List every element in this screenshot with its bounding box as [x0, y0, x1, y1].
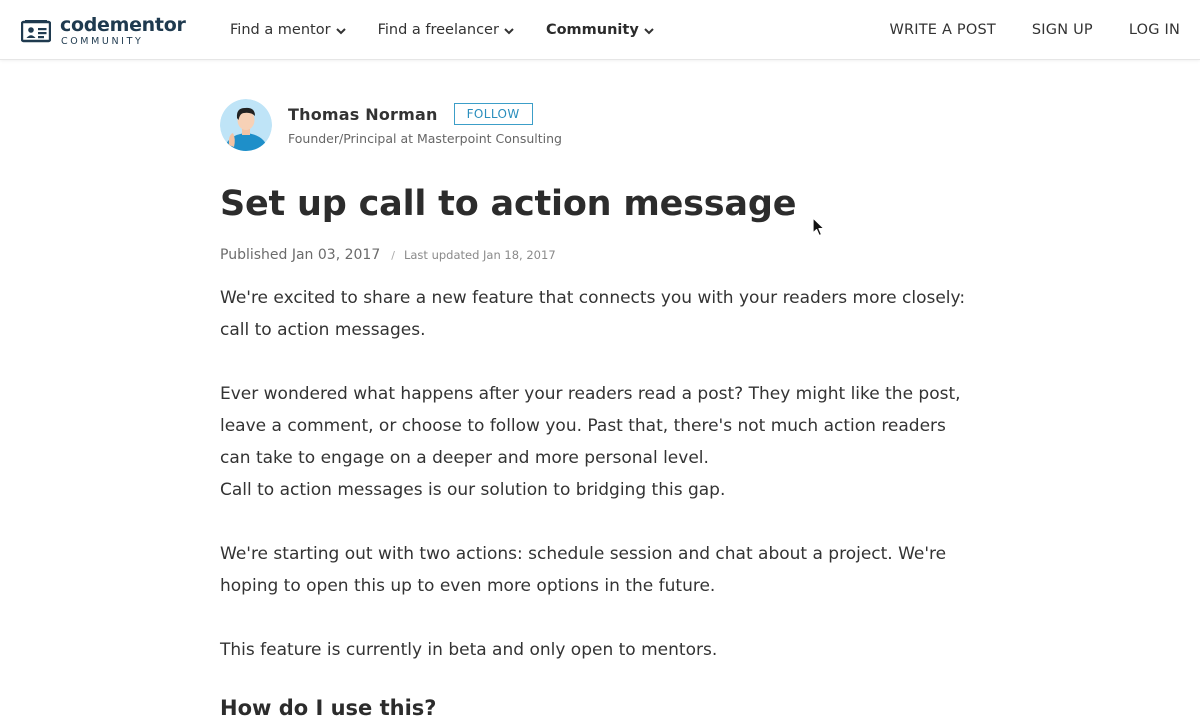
account-nav: WRITE A POST SIGN UP LOG IN [853, 0, 1180, 60]
nav-find-a-freelancer-label: Find a freelancer [377, 22, 499, 38]
article-subheading: How do I use this? [220, 696, 437, 720]
nav-find-a-freelancer[interactable]: Find a freelancer [378, 22, 514, 38]
article-paragraph: We're starting out with two actions: sch… [220, 544, 947, 596]
article-body: We're excited to share a new feature tha… [220, 282, 980, 666]
write-a-post-link[interactable]: WRITE A POST [889, 22, 995, 38]
nav-find-a-mentor[interactable]: Find a mentor [230, 22, 346, 38]
nav-community[interactable]: Community [546, 22, 654, 38]
last-updated-date: Last updated Jan 18, 2017 [403, 248, 556, 262]
mouse-pointer-icon [812, 217, 825, 237]
chevron-down-icon [644, 27, 654, 34]
codementor-logo[interactable]: codementor COMMUNITY [21, 15, 186, 47]
author-title: Founder/Principal at Masterpoint Consult… [288, 131, 562, 146]
article-paragraph: Ever wondered what happens after your re… [220, 384, 961, 468]
main-nav: Find a mentor Find a freelancer Communit… [230, 0, 686, 60]
nav-find-a-mentor-label: Find a mentor [230, 22, 331, 38]
meta-separator: / [391, 249, 395, 262]
author-block: Thomas Norman FOLLOW Founder/Principal a… [220, 99, 562, 151]
published-date: Published Jan 03, 2017 [220, 247, 381, 263]
author-row: Thomas Norman FOLLOW [288, 103, 562, 125]
author-info: Thomas Norman FOLLOW Founder/Principal a… [288, 99, 562, 151]
logo-text: codementor COMMUNITY [60, 13, 186, 47]
chevron-down-icon [335, 27, 346, 34]
article-paragraph: This feature is currently in beta and on… [220, 640, 718, 660]
chevron-down-icon [504, 27, 514, 34]
author-name[interactable]: Thomas Norman [288, 105, 438, 124]
follow-button[interactable]: FOLLOW [453, 103, 533, 125]
article-title: Set up call to action message [220, 184, 797, 224]
article-paragraph: Call to action messages is our solution … [220, 480, 726, 500]
codementor-logo-icon [21, 20, 51, 43]
logo-subtitle: COMMUNITY [61, 35, 144, 47]
logo-word: codementor [60, 13, 186, 36]
sign-up-link[interactable]: SIGN UP [1032, 22, 1093, 38]
avatar[interactable] [220, 99, 272, 151]
article-meta: Published Jan 03, 2017 / Last updated Ja… [220, 247, 556, 263]
article-paragraph: We're excited to share a new feature tha… [220, 288, 966, 340]
avatar-illustration [220, 99, 272, 151]
nav-community-label: Community [545, 22, 639, 38]
log-in-link[interactable]: LOG IN [1129, 22, 1180, 38]
top-navigation-bar: codementor COMMUNITY Find a mentor Find … [0, 0, 1200, 60]
